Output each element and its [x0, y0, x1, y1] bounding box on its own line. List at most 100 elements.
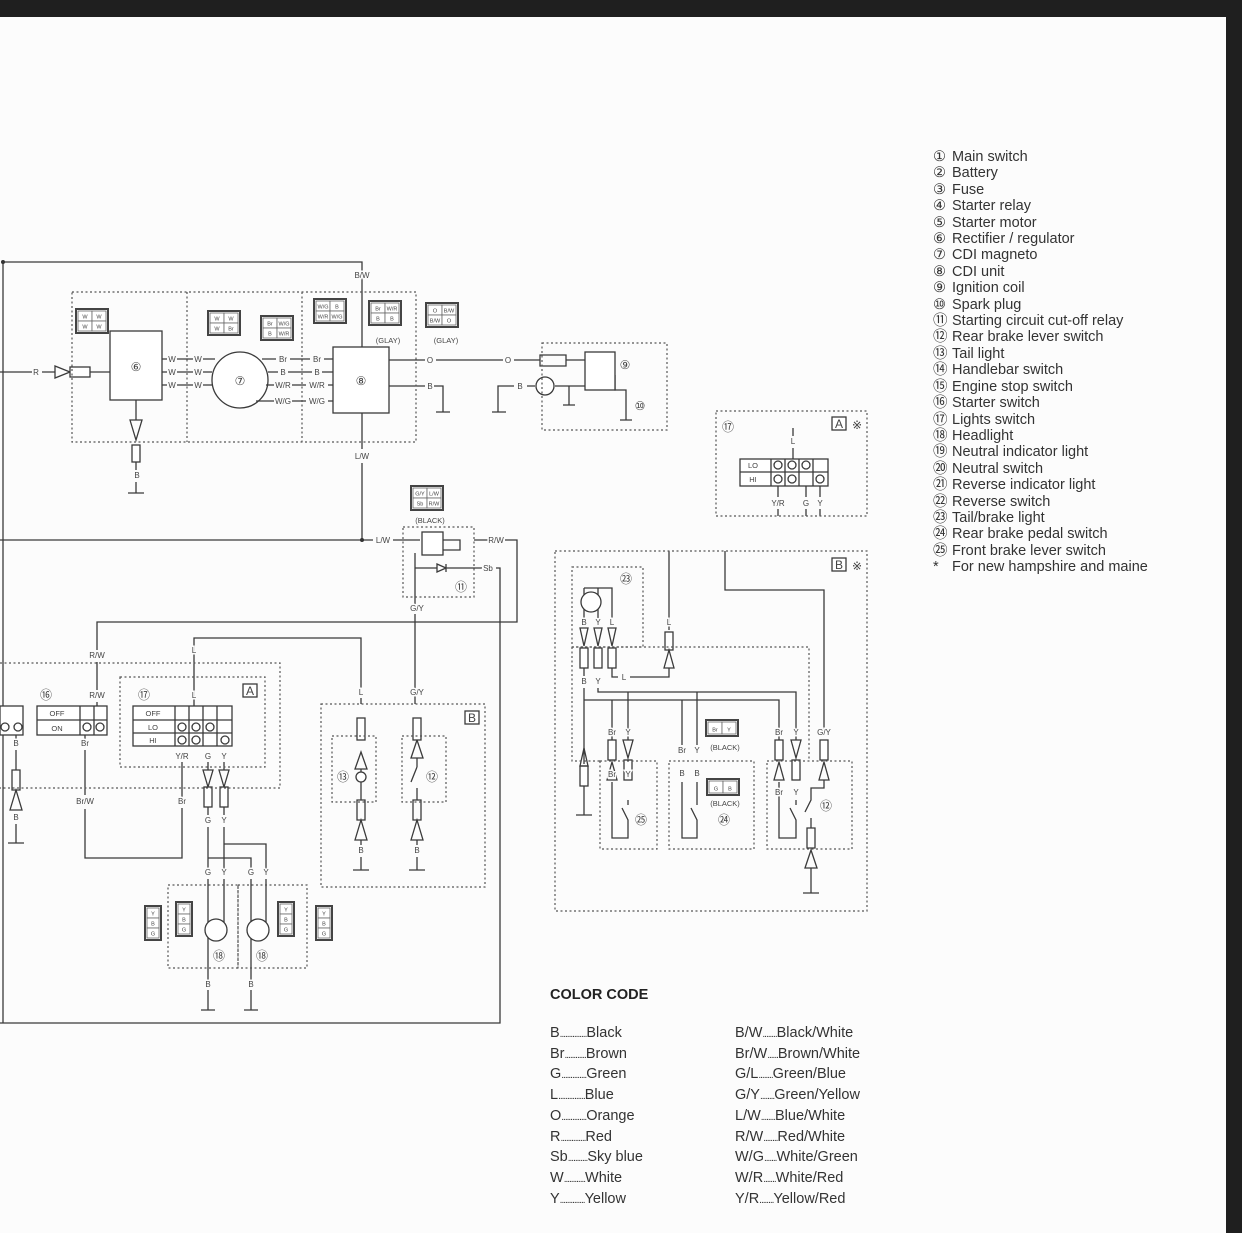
- connector-pin-label: Y: [151, 912, 155, 918]
- legend-number: ⑯: [933, 395, 948, 412]
- wire-label: G/Y: [410, 604, 424, 613]
- connector-pin-label: G: [284, 928, 288, 934]
- legend-number: ⑲: [933, 444, 948, 461]
- color-code-leader: ........: [763, 1132, 778, 1144]
- wire-label: Br: [608, 728, 616, 737]
- wire-label: G/Y: [817, 728, 831, 737]
- wire-label: B: [414, 846, 419, 855]
- color-code-name: Orange: [586, 1107, 635, 1124]
- headlight-left: [204, 918, 228, 942]
- legend-item: ① Main switch: [933, 149, 1148, 165]
- wire-label: Br: [81, 739, 89, 748]
- legend-label: Front brake lever switch: [952, 542, 1106, 559]
- connector-pin-label: B: [376, 317, 380, 323]
- legend-label: Neutral indicator light: [952, 444, 1089, 461]
- wires: [0, 260, 830, 1024]
- asterisk-mark-a: ※: [852, 418, 862, 432]
- wire-label: Y: [625, 770, 631, 779]
- connector-pin-label: L/W: [429, 492, 440, 498]
- section-tag-b: B: [468, 711, 476, 725]
- color-code-abbrev: L: [550, 1087, 559, 1104]
- connector-pin-label: B: [335, 305, 339, 311]
- wire-label: B: [205, 980, 210, 989]
- color-code-leader: ............: [564, 1049, 587, 1061]
- section-tag-a-alt: A: [835, 417, 843, 431]
- legend-number: ⑳: [933, 460, 948, 477]
- color-code-row: W/G.......White/Green: [735, 1148, 860, 1169]
- wire-label: Y: [817, 499, 823, 508]
- legend-item: ⑩ Spark plug: [933, 297, 1148, 313]
- wire-label: B: [248, 980, 253, 989]
- wire-label: B: [13, 813, 18, 822]
- legend-number: ⑧: [933, 263, 946, 280]
- color-code-leader: .......: [764, 1153, 777, 1165]
- legend-item: ⑧ CDI unit: [933, 264, 1148, 280]
- component-number: ⑪: [455, 580, 467, 594]
- connector-pin-label: G: [151, 932, 155, 938]
- wire-label: Br/W: [76, 797, 94, 806]
- color-code-row: W/R.......White/Red: [735, 1169, 860, 1190]
- component-legend: ① Main switch ② Battery ③ Fuse ④ Starter relay ⑤…: [933, 149, 1148, 576]
- wire-label: Y: [793, 788, 799, 797]
- color-code-name: Green: [586, 1066, 627, 1083]
- lights-lo-label: LO: [148, 723, 158, 732]
- legend-item: ⑯ Starter switch: [933, 395, 1148, 411]
- component-number: ㉔: [718, 813, 730, 827]
- legend-label: Neutral switch: [952, 460, 1044, 477]
- color-code-row: Sb...........Sky blue: [550, 1148, 643, 1169]
- color-code-right-column: B/W........Black/White Br/W......Brown/Wh…: [735, 1024, 860, 1210]
- wire-label: G: [205, 868, 211, 877]
- color-code-row: R..............Red: [550, 1128, 643, 1149]
- wire-label: Br: [775, 788, 783, 797]
- color-code-abbrev: O: [550, 1107, 562, 1124]
- connector-pin-label: G: [182, 928, 186, 934]
- connector-pin-label: B: [151, 922, 155, 928]
- color-code-leader: ........: [762, 1029, 777, 1040]
- legend-item: ⑰ Lights switch: [933, 412, 1148, 428]
- wire-label: L: [610, 618, 615, 627]
- color-code-name: Yellow/Red: [773, 1190, 846, 1207]
- color-code-row: Y..............Yellow: [550, 1190, 643, 1211]
- wire-label: W/G: [275, 397, 291, 406]
- color-code-name: Blue: [584, 1087, 614, 1104]
- legend-item: ㉒ Reverse switch: [933, 494, 1148, 510]
- switch-labels: OFF ON OFF LO HI LO HI: [50, 461, 759, 745]
- connector-pin-label: B: [390, 317, 394, 323]
- connector-pin-label: O: [433, 309, 438, 315]
- connector-pin-label: B/W: [430, 319, 441, 325]
- color-code-leader: ..............: [560, 1132, 586, 1144]
- color-code-leader: ........: [759, 1194, 774, 1206]
- color-code-leader: ........: [759, 1091, 775, 1103]
- connector-pin-label: W: [96, 325, 102, 331]
- color-code-name: Yellow: [584, 1190, 626, 1207]
- lights-off-label: OFF: [146, 709, 161, 718]
- wire-label: B: [280, 368, 285, 377]
- component-number: ⑧: [356, 374, 367, 388]
- legend-label: Engine stop switch: [952, 378, 1073, 395]
- component-numbers: ⑥ ⑦ ⑧ ⑨ ⑩ ⑪ ⑯ ⑰ ⑬ ⑫ ⑱ ⑱ ⑰ ㉓㉕ ㉔ ⑫: [40, 358, 832, 963]
- legend-number: *: [933, 559, 939, 576]
- wire-label: Y: [694, 746, 700, 755]
- legend-item: ⑮ Engine stop switch: [933, 379, 1148, 395]
- legend-number: ⑫: [933, 329, 948, 346]
- wire-label: O: [427, 356, 433, 365]
- connector-caption: (GLAY): [376, 336, 401, 345]
- legend-number: ㉒: [933, 493, 948, 510]
- color-code-leader: ...............: [558, 1091, 586, 1103]
- legend-number: ⑨: [933, 280, 946, 297]
- wire-label: Br: [678, 746, 686, 755]
- legend-item: ④ Starter relay: [933, 198, 1148, 214]
- legend-label: Rectifier / regulator: [952, 231, 1075, 248]
- color-code-abbrev: Br: [550, 1045, 565, 1062]
- legend-item: ㉑ Reverse indicator light: [933, 477, 1148, 493]
- color-code-abbrev: Br/W: [735, 1045, 768, 1062]
- legend-number: ⑰: [933, 411, 948, 428]
- color-code-abbrev: G/L: [735, 1066, 759, 1083]
- alt-lo-label: LO: [748, 461, 758, 470]
- section-tag-a: A: [246, 684, 254, 698]
- color-code-left-column: B...............Black Br............Brown…: [550, 1024, 643, 1210]
- legend-item: ⑬ Tail light: [933, 346, 1148, 362]
- color-code-leader: ............: [563, 1173, 586, 1185]
- connector-pin-label: Br: [375, 307, 381, 313]
- legend-label: Ignition coil: [952, 280, 1025, 297]
